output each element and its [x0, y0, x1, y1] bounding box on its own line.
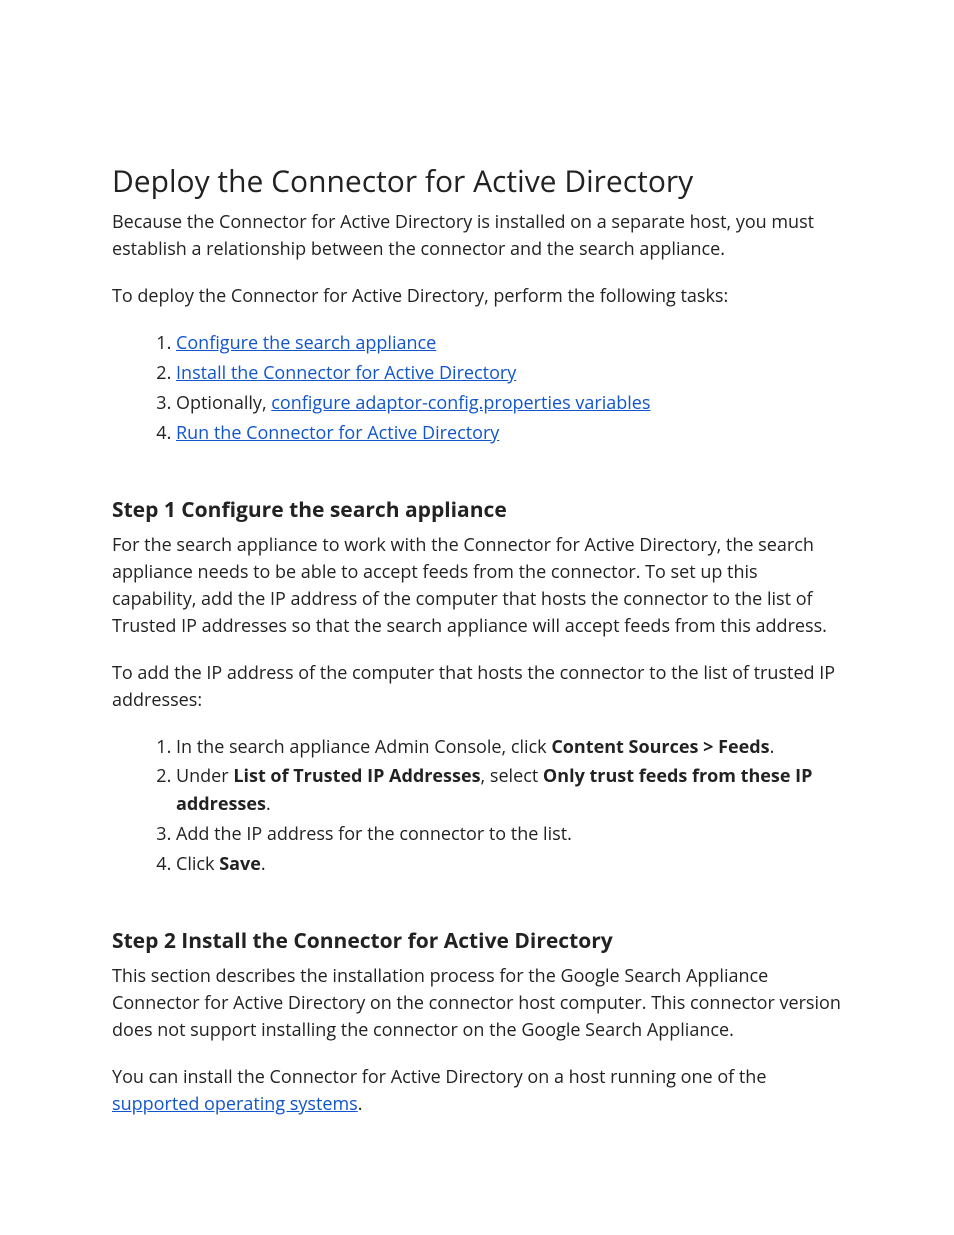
link-configure-variables[interactable]: configure adaptor-config.properties vari… — [271, 391, 650, 415]
task-list: Configure the search appliance Install t… — [112, 330, 842, 448]
text: Click — [176, 852, 219, 876]
link-supported-os[interactable]: supported operating systems — [112, 1092, 358, 1116]
step2-paragraph-2: You can install the Connector for Active… — [112, 1064, 842, 1118]
bold-text: Save — [219, 852, 261, 876]
text: , select — [481, 764, 543, 788]
document-page: Deploy the Connector for Active Director… — [0, 0, 954, 1235]
link-configure-search-appliance[interactable]: Configure the search appliance — [176, 331, 436, 355]
step1-instruction-1: In the search appliance Admin Console, c… — [176, 734, 842, 762]
text: . — [261, 852, 266, 876]
link-run-connector[interactable]: Run the Connector for Active Directory — [176, 421, 499, 445]
step1-instruction-list: In the search appliance Admin Console, c… — [112, 734, 842, 879]
bold-text: Content Sources > Feeds — [551, 735, 769, 759]
step2-paragraph-1: This section describes the installation … — [112, 963, 842, 1044]
bold-text: List of Trusted IP Addresses — [233, 764, 480, 788]
text: You can install the Connector for Active… — [112, 1065, 766, 1089]
step1-heading: Step 1 Configure the search appliance — [112, 496, 842, 524]
task-item-1: Configure the search appliance — [176, 330, 842, 358]
text: . — [770, 735, 775, 759]
text: In the search appliance Admin Console, c… — [176, 735, 551, 759]
intro-paragraph-1: Because the Connector for Active Directo… — [112, 209, 842, 263]
link-install-connector[interactable]: Install the Connector for Active Directo… — [176, 361, 516, 385]
step1-instruction-2: Under List of Trusted IP Addresses, sele… — [176, 763, 842, 819]
step1-paragraph-1: For the search appliance to work with th… — [112, 532, 842, 640]
task-item-2: Install the Connector for Active Directo… — [176, 360, 842, 388]
text: . — [358, 1092, 363, 1116]
step1-paragraph-2: To add the IP address of the computer th… — [112, 660, 842, 714]
text: . — [266, 792, 271, 816]
step1-instruction-3: Add the IP address for the connector to … — [176, 821, 842, 849]
task-item-3-prefix: Optionally, — [176, 391, 271, 415]
text: Under — [176, 764, 233, 788]
task-item-4: Run the Connector for Active Directory — [176, 420, 842, 448]
step2-heading: Step 2 Install the Connector for Active … — [112, 927, 842, 955]
step1-instruction-4: Click Save. — [176, 851, 842, 879]
task-item-3: Optionally, configure adaptor-config.pro… — [176, 390, 842, 418]
intro-paragraph-2: To deploy the Connector for Active Direc… — [112, 283, 842, 310]
page-title: Deploy the Connector for Active Director… — [112, 160, 842, 201]
